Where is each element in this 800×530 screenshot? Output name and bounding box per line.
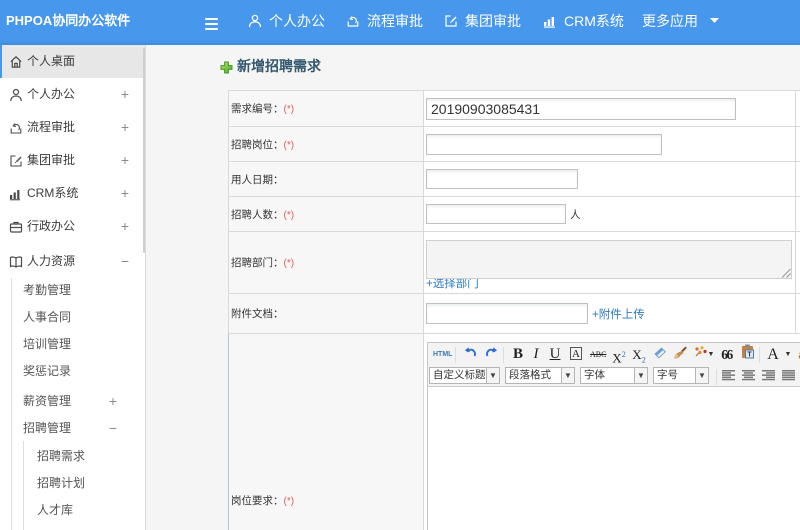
svg-text:T: T bbox=[747, 352, 752, 359]
